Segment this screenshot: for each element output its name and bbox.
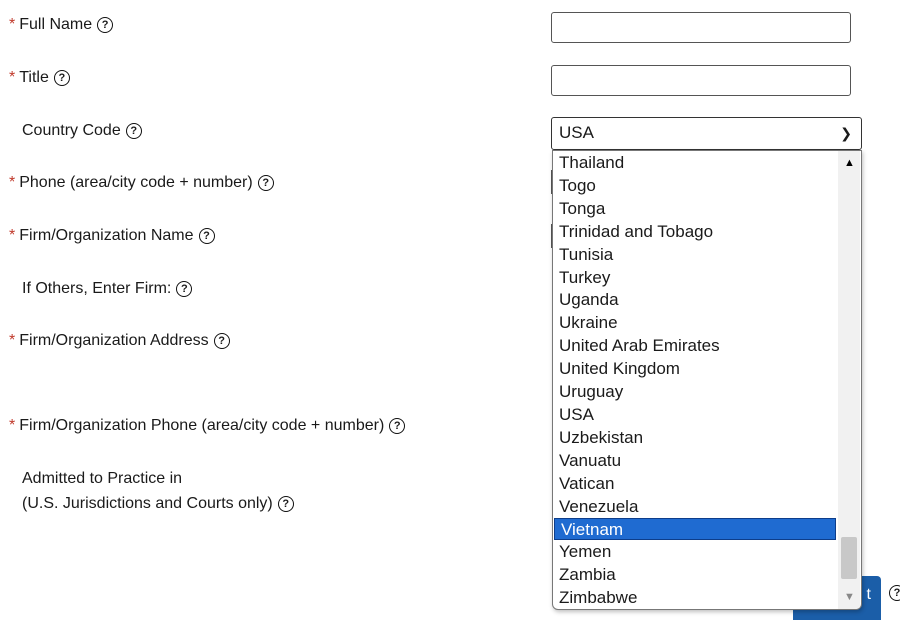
required-mark: * [9, 417, 16, 434]
label-country-code: Country Code? [22, 121, 142, 141]
scrollbar-thumb[interactable] [841, 537, 857, 579]
dropdown-option[interactable]: Uzbekistan [553, 427, 837, 449]
dropdown-option[interactable]: Tonga [553, 198, 837, 220]
dropdown-option[interactable]: United Arab Emirates [553, 335, 837, 357]
dropdown-option[interactable]: Vietnam [554, 518, 836, 541]
help-icon[interactable]: ? [257, 175, 274, 191]
required-mark: * [9, 227, 16, 244]
required-mark: * [9, 69, 16, 86]
country-code-value: USA [559, 123, 594, 142]
dropdown-option[interactable]: Togo [553, 175, 837, 197]
country-code-select[interactable]: USA ❯ [551, 117, 862, 150]
dropdown-option[interactable]: Yemen [553, 541, 837, 563]
dropdown-option[interactable]: Vanuatu [553, 450, 837, 472]
scroll-down-icon[interactable]: ▼ [844, 591, 855, 603]
title-input[interactable] [551, 65, 851, 96]
dropdown-option[interactable]: United Kingdom [553, 358, 837, 380]
dropdown-option[interactable]: Uruguay [553, 381, 837, 403]
label-full-name: * Full Name? [9, 15, 114, 35]
dropdown-option[interactable]: USA [553, 404, 837, 426]
dropdown-option[interactable]: Ukraine [553, 312, 837, 334]
scroll-up-icon[interactable]: ▲ [844, 157, 855, 169]
label-admitted-practice-note: (U.S. Jurisdictions and Courts only)? [22, 494, 294, 514]
label-others-firm: If Others, Enter Firm:? [22, 279, 193, 299]
label-admitted-practice: Admitted to Practice in [22, 470, 183, 487]
label-title: * Title? [9, 68, 70, 88]
dropdown-option[interactable]: Zambia [553, 564, 837, 586]
dropdown-option[interactable]: Uganda [553, 289, 837, 311]
help-icon[interactable]: ? [125, 123, 142, 139]
help-icon[interactable]: ? [176, 281, 193, 297]
dropdown-option[interactable]: Venezuela [553, 496, 837, 518]
label-phone: * Phone (area/city code + number)? [9, 173, 274, 193]
country-dropdown-list[interactable]: Thailand Togo Tonga Trinidad and Tobago Tuni… [552, 150, 862, 610]
label-firm-name: * Firm/Organization Name? [9, 226, 215, 246]
help-icon[interactable]: ? [389, 418, 406, 434]
full-name-input[interactable] [551, 12, 851, 43]
dropdown-option[interactable]: Zimbabwe [553, 587, 837, 609]
help-icon[interactable]: ? [213, 333, 230, 349]
help-icon[interactable]: ? [277, 496, 294, 512]
label-firm-address: * Firm/Organization Address? [9, 331, 230, 351]
required-mark: * [9, 16, 16, 33]
required-mark: * [9, 332, 16, 349]
help-icon[interactable]: ? [889, 585, 900, 601]
dropdown-scrollbar[interactable]: ▲ ▼ [838, 151, 860, 609]
dropdown-option[interactable]: Vatican [553, 473, 837, 495]
help-icon[interactable]: ? [198, 228, 215, 244]
chevron-down-icon: ❯ [840, 125, 852, 141]
dropdown-option[interactable]: Tunisia [553, 244, 837, 266]
help-icon[interactable]: ? [53, 70, 70, 86]
dropdown-option[interactable]: Thailand [553, 152, 837, 174]
help-icon[interactable]: ? [97, 17, 114, 33]
required-mark: * [9, 174, 16, 191]
label-firm-phone: * Firm/Organization Phone (area/city code… [9, 416, 406, 436]
dropdown-option[interactable]: Turkey [553, 267, 837, 289]
dropdown-option[interactable]: Trinidad and Tobago [553, 221, 837, 243]
